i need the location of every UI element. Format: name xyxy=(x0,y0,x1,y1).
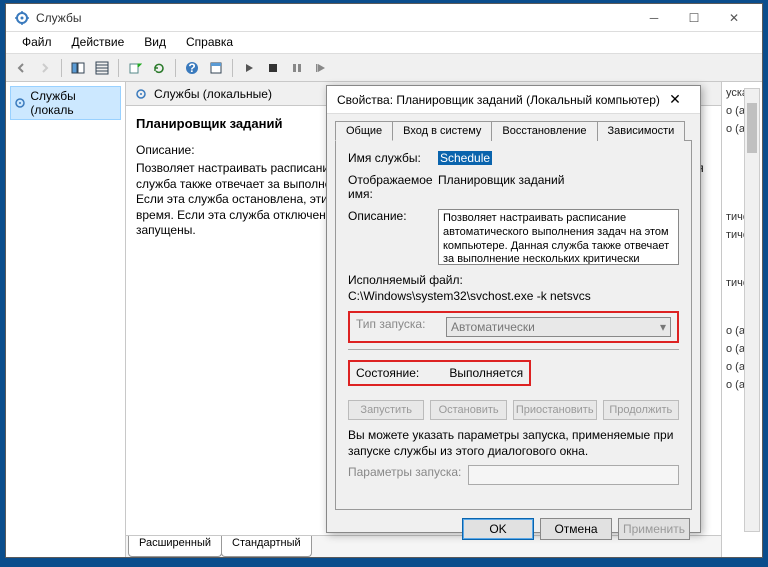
menubar: Файл Действие Вид Справка xyxy=(6,32,762,54)
back-icon[interactable] xyxy=(10,57,32,79)
tab-logon[interactable]: Вход в систему xyxy=(392,121,492,141)
restart-icon[interactable] xyxy=(310,57,332,79)
gear-icon xyxy=(13,96,26,110)
show-hide-icon[interactable] xyxy=(67,57,89,79)
dialog-footer: OK Отмена Применить xyxy=(327,518,700,550)
properties-icon[interactable] xyxy=(205,57,227,79)
tab-general[interactable]: Общие xyxy=(335,121,393,141)
startup-type-highlight: Тип запуска: Автоматически ▾ xyxy=(348,311,679,343)
ok-button[interactable]: OK xyxy=(462,518,534,540)
minimize-button[interactable]: ─ xyxy=(634,5,674,31)
export-icon[interactable] xyxy=(124,57,146,79)
apply-button[interactable]: Применить xyxy=(618,518,690,540)
tree-item-label: Службы (локаль xyxy=(30,89,118,117)
close-icon[interactable]: ✕ xyxy=(660,88,690,112)
menu-view[interactable]: Вид xyxy=(134,32,176,53)
tree-item-services[interactable]: Службы (локаль xyxy=(10,86,121,120)
startup-type-select[interactable]: Автоматически ▾ xyxy=(446,317,671,337)
value-service-name[interactable]: Schedule xyxy=(438,151,492,165)
tab-dependencies[interactable]: Зависимости xyxy=(597,121,686,141)
label-display-name: Отображаемое имя: xyxy=(348,173,438,201)
dialog-body: Имя службы: Schedule Отображаемое имя: П… xyxy=(335,140,692,510)
play-icon[interactable] xyxy=(238,57,260,79)
chevron-down-icon: ▾ xyxy=(660,320,666,334)
list-icon[interactable] xyxy=(91,57,113,79)
menu-file[interactable]: Файл xyxy=(12,32,62,53)
help-icon[interactable]: ? xyxy=(181,57,203,79)
pause-button: Приостановить xyxy=(513,400,597,420)
stop-icon[interactable] xyxy=(262,57,284,79)
pause-icon[interactable] xyxy=(286,57,308,79)
toolbar: ? xyxy=(6,54,762,82)
label-description: Описание: xyxy=(348,209,438,223)
stop-button: Остановить xyxy=(430,400,506,420)
cancel-button[interactable]: Отмена xyxy=(540,518,612,540)
titlebar[interactable]: Службы ─ ☐ ✕ xyxy=(6,4,762,32)
maximize-button[interactable]: ☐ xyxy=(674,5,714,31)
forward-icon[interactable] xyxy=(34,57,56,79)
value-executable: C:\Windows\system32\svchost.exe -k netsv… xyxy=(348,289,679,303)
label-start-params: Параметры запуска: xyxy=(348,465,468,479)
properties-dialog: Свойства: Планировщик заданий (Локальный… xyxy=(326,85,701,533)
close-button[interactable]: ✕ xyxy=(714,5,754,31)
label-service-name: Имя службы: xyxy=(348,151,438,165)
start-params-input xyxy=(468,465,679,485)
startup-type-value: Автоматически xyxy=(451,320,535,334)
status-highlight: Состояние: Выполняется xyxy=(348,360,531,386)
value-display-name: Планировщик заданий xyxy=(438,173,564,187)
label-startup-type: Тип запуска: xyxy=(356,317,446,331)
services-icon xyxy=(14,10,30,26)
dialog-tabs: Общие Вход в систему Восстановление Зави… xyxy=(327,114,700,140)
pane-title: Службы (локальные) xyxy=(154,87,272,101)
tab-recovery[interactable]: Восстановление xyxy=(491,121,597,141)
start-button: Запустить xyxy=(348,400,424,420)
gear-icon xyxy=(134,87,148,101)
resume-button: Продолжить xyxy=(603,400,679,420)
scrollbar-thumb[interactable] xyxy=(747,103,757,153)
value-status: Выполняется xyxy=(449,366,523,380)
dialog-titlebar[interactable]: Свойства: Планировщик заданий (Локальный… xyxy=(327,86,700,114)
scrollbar[interactable] xyxy=(744,88,760,532)
start-params-hint: Вы можете указать параметры запуска, при… xyxy=(348,428,679,459)
refresh-icon[interactable] xyxy=(148,57,170,79)
tree-pane: Службы (локаль xyxy=(6,82,126,557)
description-box[interactable]: Позволяет настраивать расписание автомат… xyxy=(438,209,679,265)
tab-extended[interactable]: Расширенный xyxy=(128,536,222,557)
svg-text:?: ? xyxy=(188,61,195,75)
menu-action[interactable]: Действие xyxy=(62,32,135,53)
tab-standard[interactable]: Стандартный xyxy=(221,536,312,557)
label-status: Состояние: xyxy=(356,366,446,380)
label-executable: Исполняемый файл: xyxy=(348,273,679,287)
window-title: Службы xyxy=(36,11,634,25)
dialog-title: Свойства: Планировщик заданий (Локальный… xyxy=(337,93,660,107)
menu-help[interactable]: Справка xyxy=(176,32,243,53)
